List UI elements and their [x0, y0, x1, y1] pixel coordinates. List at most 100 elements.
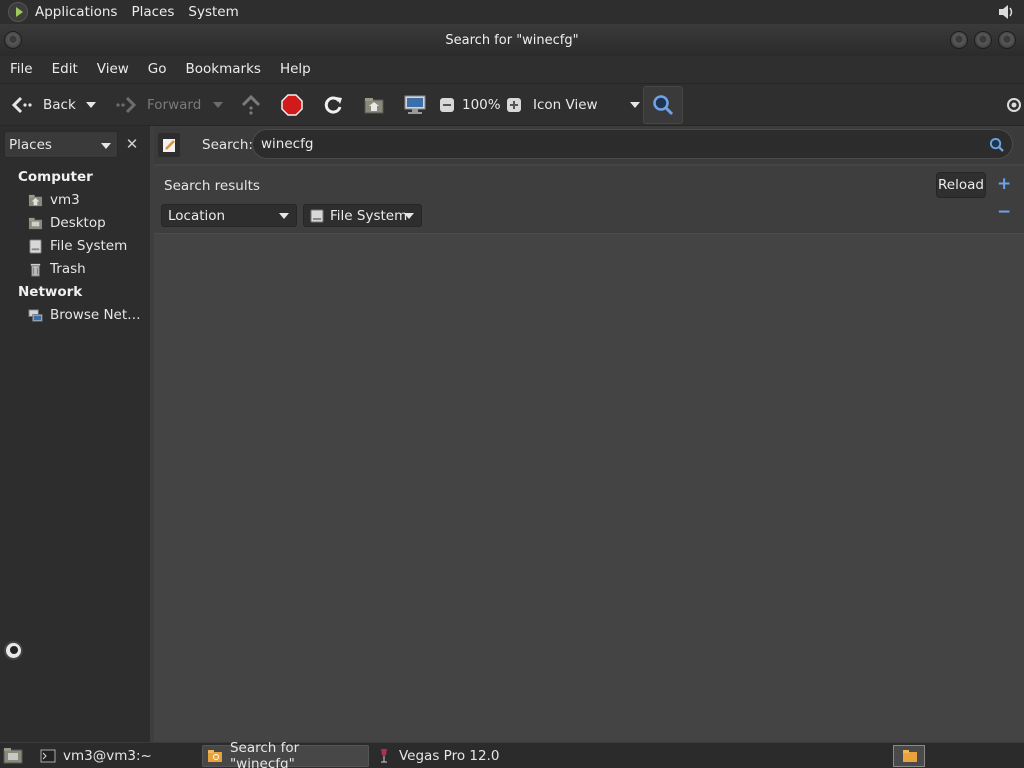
wine-glass-icon: [381, 749, 387, 763]
workspace-window-icon: [903, 750, 917, 762]
sidebar-section-network: Network: [18, 284, 83, 300]
criterion-value-label: File System: [330, 207, 408, 224]
folder-search-icon: [207, 750, 222, 762]
trash-icon: [30, 263, 41, 277]
search-label: Search:: [202, 137, 253, 153]
edit-pencil-icon: [163, 139, 175, 152]
drive-icon: [29, 238, 42, 254]
search-results-label: Search results: [164, 178, 260, 194]
window-titlebar[interactable]: Search for "winecfg": [0, 24, 1024, 56]
criterion-value-combo[interactable]: File System: [303, 204, 422, 227]
task-label: Vegas Pro 12.0: [399, 748, 500, 764]
menu-places[interactable]: Places: [124, 0, 181, 24]
task-search-window[interactable]: Search for "winecfg": [202, 740, 369, 768]
sidebar-item-label: Trash: [50, 261, 86, 277]
busy-cursor-icon: [4, 641, 23, 660]
forward-button[interactable]: Forward: [114, 84, 201, 126]
main-content: Search: Search results Reload + Location…: [154, 126, 1024, 742]
sidebar-item-label: vm3: [50, 192, 80, 208]
sidebar-item-label: File System: [50, 238, 128, 254]
task-label: vm3@vm3:~: [63, 748, 152, 764]
window-title: Search for "winecfg": [445, 32, 579, 48]
places-sidebar: Places ✕ Computer vm3 Desktop File Syste…: [0, 126, 150, 742]
menu-bookmarks[interactable]: Bookmarks: [176, 56, 270, 83]
workspace-switcher[interactable]: [893, 745, 925, 767]
task-terminal[interactable]: vm3@vm3:~: [36, 745, 196, 767]
menu-file[interactable]: File: [0, 56, 42, 83]
close-sidebar-button[interactable]: ✕: [122, 134, 142, 154]
up-arrow-icon: [241, 94, 261, 115]
back-label: Back: [43, 97, 76, 113]
home-folder-icon: [28, 194, 43, 206]
sidebar-item-label: Desktop: [50, 215, 106, 231]
forward-arrow-icon: [116, 96, 137, 114]
computer-icon: [404, 95, 426, 114]
stop-button[interactable]: [281, 84, 303, 126]
top-panel: Applications Places System: [0, 0, 1024, 24]
menu-applications[interactable]: Applications: [28, 0, 124, 24]
sidebar-item-trash[interactable]: Trash: [28, 259, 86, 279]
reload-toolbar-button[interactable]: [322, 84, 344, 126]
remove-criterion-button[interactable]: −: [997, 202, 1011, 222]
location-edit-button[interactable]: [158, 133, 180, 157]
search-icon: [653, 95, 674, 116]
throbber-icon: [1007, 98, 1021, 112]
zoom-in-button[interactable]: [506, 84, 522, 126]
criterion-type-combo[interactable]: Location: [161, 204, 297, 227]
volume-icon[interactable]: [996, 2, 1016, 22]
sidebar-item-file-system[interactable]: File System: [28, 236, 127, 256]
view-mode-label: Icon View: [533, 97, 598, 113]
search-toggle-button[interactable]: [643, 86, 683, 124]
menu-view[interactable]: View: [87, 56, 138, 83]
menubar: File Edit View Go Bookmarks Help: [0, 56, 1024, 83]
search-bar: Search:: [154, 126, 1024, 164]
reload-icon: [324, 96, 342, 114]
sidebar-type-label: Places: [9, 136, 52, 153]
task-vegas-pro[interactable]: Vegas Pro 12.0: [372, 745, 532, 767]
sidebar-type-selector[interactable]: Places: [4, 131, 118, 158]
window-menu-button[interactable]: [4, 31, 22, 49]
search-input[interactable]: [252, 129, 1013, 159]
home-button[interactable]: [363, 84, 385, 126]
zoom-out-icon: [440, 98, 454, 112]
home-folder-icon: [364, 98, 384, 114]
menu-help[interactable]: Help: [270, 56, 320, 83]
computer-button[interactable]: [403, 84, 427, 126]
back-arrow-icon: [11, 96, 32, 114]
forward-label: Forward: [147, 97, 202, 113]
sidebar-item-vm3[interactable]: vm3: [28, 190, 80, 210]
menu-edit[interactable]: Edit: [42, 56, 87, 83]
back-button[interactable]: Back: [10, 84, 76, 126]
sidebar-item-browse-network[interactable]: Browse Net…: [28, 305, 141, 325]
up-button[interactable]: [240, 84, 262, 126]
results-view[interactable]: [154, 235, 1024, 742]
sidebar-item-label: Browse Net…: [50, 307, 141, 323]
search-criteria-panel: Search results Reload + Location File Sy…: [154, 166, 1024, 234]
minimize-button[interactable]: [950, 31, 968, 49]
toolbar: Back Forward 100% Icon View: [0, 83, 1024, 126]
back-history-dropdown[interactable]: [86, 84, 96, 126]
sidebar-item-desktop[interactable]: Desktop: [28, 213, 106, 233]
reload-search-button[interactable]: Reload: [936, 172, 986, 198]
maximize-button[interactable]: [974, 31, 992, 49]
network-icon: [28, 308, 43, 322]
search-field-icon[interactable]: [989, 137, 1004, 152]
desktop-folder-icon: [28, 217, 43, 229]
menu-system[interactable]: System: [181, 0, 245, 24]
close-window-button[interactable]: [998, 31, 1016, 49]
show-desktop-icon[interactable]: [3, 747, 23, 765]
sidebar-section-computer: Computer: [18, 169, 93, 185]
applications-logo-icon[interactable]: [8, 2, 28, 22]
terminal-icon: [40, 749, 56, 763]
view-mode-combo[interactable]: Icon View: [533, 84, 640, 126]
bottom-panel: vm3@vm3:~ Search for "winecfg" Vegas Pro…: [0, 740, 1024, 768]
zoom-in-icon: [507, 98, 521, 112]
drive-icon: [310, 209, 324, 222]
task-label: Search for "winecfg": [229, 740, 300, 768]
menu-go[interactable]: Go: [138, 56, 176, 83]
zoom-out-button[interactable]: [439, 84, 455, 126]
add-criterion-button[interactable]: +: [997, 174, 1011, 194]
zoom-level[interactable]: 100%: [462, 84, 501, 126]
criterion-type-label: Location: [168, 207, 226, 224]
forward-history-dropdown[interactable]: [213, 84, 223, 126]
